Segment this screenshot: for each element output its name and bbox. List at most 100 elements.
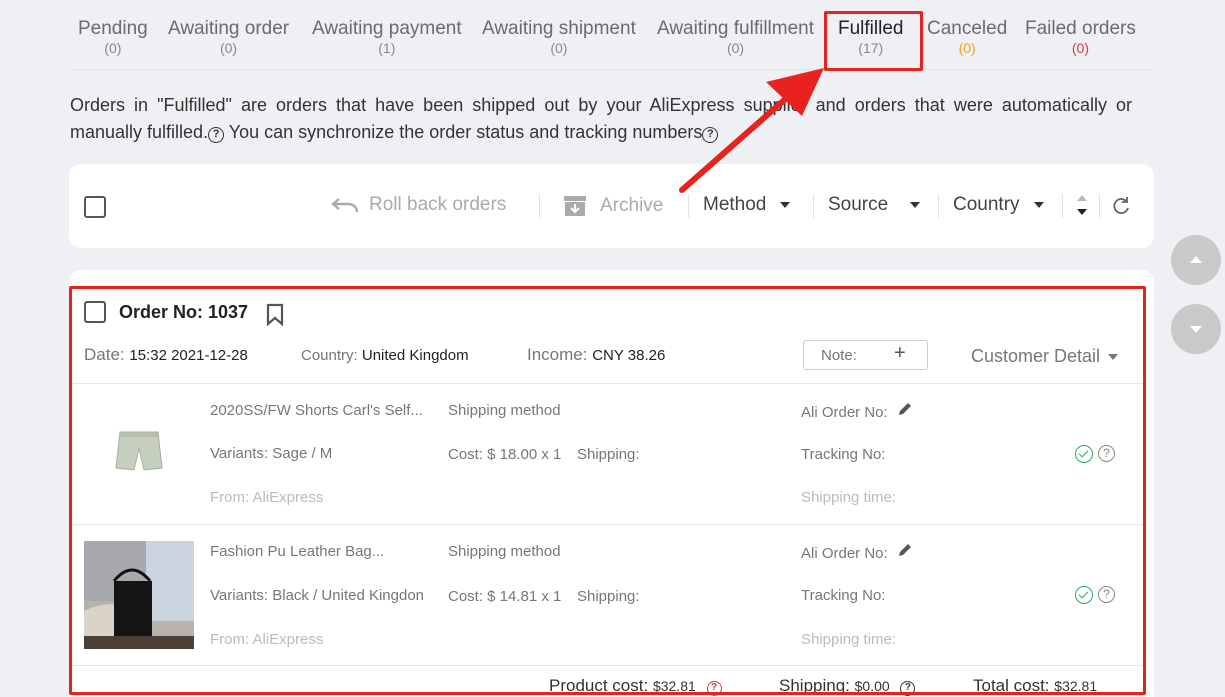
annotation-arrow-icon xyxy=(679,68,824,193)
product-variants: Variants: Black / United Kingdon xyxy=(210,587,425,604)
shipping-method-select[interactable]: Shipping method xyxy=(448,543,561,560)
tab-count: (0) xyxy=(219,40,238,56)
tracking-no: Tracking No: xyxy=(801,446,886,463)
divider xyxy=(938,194,939,218)
income-label: Income: xyxy=(527,345,588,364)
customer-detail-label: Customer Detail xyxy=(971,346,1101,366)
divider xyxy=(539,194,540,218)
total-cost-summary: Total cost: $32.81 xyxy=(973,676,1097,696)
caret-down-icon xyxy=(1033,202,1044,208)
edit-icon[interactable] xyxy=(898,543,912,557)
item-shipping: Shipping: xyxy=(577,446,640,463)
country-label: Country xyxy=(953,194,1020,215)
help-icon[interactable]: ? xyxy=(706,681,722,696)
tab-awaiting-payment[interactable]: Awaiting payment (1) xyxy=(312,18,462,56)
product-cost-summary: Product cost: $32.81 ? xyxy=(549,676,722,696)
shipping-time: Shipping time: xyxy=(801,489,897,506)
customer-detail-dropdown[interactable]: Customer Detail xyxy=(971,346,1119,367)
help-icon[interactable]: ? xyxy=(1098,586,1115,603)
tab-awaiting-fulfillment[interactable]: Awaiting fulfillment (0) xyxy=(657,18,814,56)
scroll-bottom-button[interactable] xyxy=(1171,304,1221,354)
product-title[interactable]: 2020SS/FW Shorts Carl's Self... xyxy=(210,402,423,419)
tab-count: (0) xyxy=(550,40,568,56)
order-number: Order No: 1037 xyxy=(119,302,249,322)
select-all-checkbox[interactable] xyxy=(84,196,106,218)
total-cost-label: Total cost: xyxy=(973,676,1050,695)
tab-count: (0) xyxy=(1071,40,1089,56)
order-toolbar: Roll back orders Archive Method Source C… xyxy=(69,164,1154,248)
order-country: Country: United Kingdom xyxy=(301,347,469,364)
shipping-value: $0.00 xyxy=(854,678,890,694)
help-icon[interactable]: ? xyxy=(1098,445,1115,462)
tracking-no: Tracking No: xyxy=(801,587,886,604)
tab-count: (17) xyxy=(858,40,884,56)
ali-order-no: Ali Order No: xyxy=(801,543,912,562)
sort-toggle[interactable] xyxy=(1076,195,1088,219)
ali-order-no: Ali Order No: xyxy=(801,402,912,421)
shipping-time: Shipping time: xyxy=(801,631,897,648)
country-dropdown[interactable]: Country xyxy=(953,194,1044,216)
tab-count: (0) xyxy=(958,40,976,56)
help-icon[interactable]: ? xyxy=(900,681,916,696)
tab-canceled[interactable]: Canceled (0) xyxy=(927,18,1007,56)
tab-label: Awaiting order xyxy=(168,18,290,39)
tab-label: Awaiting fulfillment xyxy=(657,18,815,39)
order-income: Income: CNY 38.26 xyxy=(527,345,665,365)
refresh-icon[interactable] xyxy=(1111,196,1131,216)
check-circle-icon xyxy=(1075,445,1093,463)
ali-order-label: Ali Order No: xyxy=(801,404,888,421)
tab-label: Fulfilled xyxy=(838,18,904,39)
divider xyxy=(70,665,1145,666)
tab-failed-orders[interactable]: Failed orders (0) xyxy=(1025,18,1136,56)
bookmark-icon[interactable] xyxy=(266,303,284,326)
tab-count: (0) xyxy=(726,40,745,56)
product-variants: Variants: Sage / M xyxy=(210,445,333,462)
shipping-summary: Shipping: $0.00 ? xyxy=(779,676,916,696)
tab-count: (0) xyxy=(104,40,122,56)
undo-icon xyxy=(331,198,359,213)
divider xyxy=(70,524,1145,525)
archive-button[interactable]: Archive xyxy=(563,194,663,218)
help-icon[interactable]: ? xyxy=(208,127,225,143)
tab-pending[interactable]: Pending (0) xyxy=(78,18,148,56)
divider xyxy=(70,383,1145,384)
edit-icon[interactable] xyxy=(898,402,912,416)
arrow-up-icon xyxy=(1190,256,1202,263)
ali-order-label: Ali Order No: xyxy=(801,545,888,562)
item-cost: Cost: $ 18.00 x 1 xyxy=(448,446,562,463)
shipping-method-select[interactable]: Shipping method xyxy=(448,402,561,419)
date-label: Date: xyxy=(84,345,125,364)
arrow-down-icon xyxy=(1190,326,1202,333)
fulfilled-description: Orders in "Fulfilled" are orders that ha… xyxy=(70,92,1132,146)
tab-label: Pending xyxy=(78,18,148,39)
scroll-top-button[interactable] xyxy=(1171,235,1221,285)
archive-icon xyxy=(564,196,586,216)
item-shipping: Shipping: xyxy=(577,588,640,605)
date-value: 15:32 2021-12-28 xyxy=(129,347,248,364)
sort-up-icon xyxy=(1077,195,1087,201)
rollback-orders-button[interactable]: Roll back orders xyxy=(331,194,506,216)
rollback-label: Roll back orders xyxy=(369,194,507,215)
note-label: Note: xyxy=(821,347,857,364)
caret-down-icon xyxy=(1108,353,1119,360)
caret-down-icon xyxy=(910,202,921,208)
tab-awaiting-shipment[interactable]: Awaiting shipment (0) xyxy=(482,18,636,56)
tab-awaiting-order[interactable]: Awaiting order (0) xyxy=(168,18,289,56)
tab-count: (1) xyxy=(378,40,396,56)
add-note-button[interactable]: Note: + xyxy=(803,340,928,370)
shipping-label: Shipping: xyxy=(779,676,850,695)
order-checkbox[interactable] xyxy=(84,301,106,323)
tab-label: Awaiting shipment xyxy=(482,18,636,39)
product-title[interactable]: Fashion Pu Leather Bag... xyxy=(210,543,384,560)
product-image-bag[interactable] xyxy=(84,541,194,649)
plus-icon: + xyxy=(894,342,906,364)
check-circle-icon xyxy=(1075,586,1093,604)
product-source: From: AliExpress xyxy=(210,631,324,648)
product-source: From: AliExpress xyxy=(210,489,324,506)
tab-fulfilled[interactable]: Fulfilled (17) xyxy=(838,18,903,56)
source-dropdown[interactable]: Source xyxy=(828,194,921,216)
country-value: United Kingdom xyxy=(361,347,469,364)
product-image-shorts[interactable] xyxy=(112,428,166,476)
total-cost-value: $32.81 xyxy=(1054,678,1098,694)
order-date: Date: 15:32 2021-12-28 xyxy=(84,345,248,365)
